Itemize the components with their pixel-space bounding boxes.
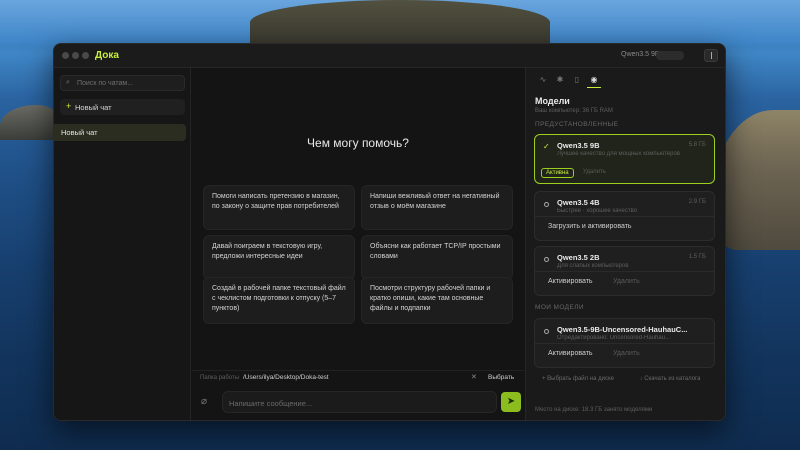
panel-toggle-icon[interactable] (704, 49, 718, 62)
chat-list-item[interactable]: Новый чат (54, 124, 186, 141)
suggestion-card[interactable]: Напиши вежливый ответ на негативный отзы… (361, 185, 513, 230)
choose-folder-button[interactable]: Выбрать (488, 374, 514, 381)
current-model-indicator: Qwen3.5 9B (621, 51, 660, 58)
model-card-qwen-4b[interactable]: Qwen3.5 4B Быстрее · хорошее качество 2.… (534, 191, 715, 241)
suggestion-card[interactable]: Давай поиграем в текстовую игру, предлож… (203, 235, 355, 280)
model-size: 2.9 ГБ (688, 199, 706, 205)
model-desc: Для слабых компьютеров (557, 263, 629, 269)
message-input[interactable] (229, 397, 489, 409)
desktop-island-left (0, 105, 60, 140)
new-chat-button[interactable]: + Новый чат (60, 99, 185, 115)
plus-icon: + (66, 101, 72, 111)
title-bar: Дока Qwen3.5 9B (54, 44, 725, 68)
model-name: Qwen3.5 4B (557, 198, 600, 207)
message-box[interactable] (222, 391, 497, 413)
new-chat-label: Новый чат (75, 103, 112, 112)
clear-folder-icon[interactable]: ✕ (471, 373, 477, 381)
disk-usage-info: Место на диске: 18.3 ГБ занято моделями (535, 407, 653, 413)
app-window: Дока Qwen3.5 9B ⌕ + Новый чат Новый чат … (53, 43, 726, 421)
model-desc: Отредактировано: Uncensored-Hauhau... (557, 335, 671, 341)
model-card-uncensored[interactable]: Qwen3.5-9B-Uncensored-HauhauC... Отредак… (534, 318, 715, 368)
chat-search[interactable]: ⌕ (60, 75, 185, 91)
radio-icon (544, 202, 549, 207)
attach-icon[interactable]: ⌀ (201, 396, 207, 407)
divider (535, 216, 714, 217)
check-icon: ✓ (543, 142, 550, 151)
delete-button[interactable]: Удалить (613, 350, 640, 357)
model-desc: Быстрее · хорошее качество (557, 208, 638, 214)
model-name: Qwen3.5-9B-Uncensored-HauhauC... (557, 325, 688, 334)
model-size: 1.5 ГБ (688, 254, 706, 260)
suggestion-card[interactable]: Посмотри структуру рабочей папки и кратк… (361, 277, 513, 324)
model-card-qwen-9b[interactable]: ✓ Qwen3.5 9B Лучшее качество для мощных … (534, 134, 715, 184)
minimize-window-button[interactable] (72, 52, 79, 59)
model-card-qwen-2b[interactable]: Qwen3.5 2B Для слабых компьютеров 1.5 ГБ… (534, 246, 715, 296)
zoom-window-button[interactable] (82, 52, 89, 59)
app-logo: Дока (95, 50, 119, 61)
chat-list-item-label: Новый чат (61, 128, 98, 137)
suggestion-card[interactable]: Объясни как работает TCP/IP простыми сло… (361, 235, 513, 280)
suggestion-card[interactable]: Создай в рабочей папке текстовый файл с … (203, 277, 355, 324)
pick-file-button[interactable]: + Выбрать файл на диске (534, 373, 622, 393)
models-panel: ∿ ✱ ▯ ◉ Модели Ваш компьютер: 36 ГБ RAM … (525, 68, 725, 420)
section-preinstalled: ПРЕДУСТАНОВЛЕННЫЕ (535, 121, 619, 128)
sidebar: ⌕ + Новый чат Новый чат (54, 68, 191, 420)
model-desc: Лучшее качество для мощных компьютеров (557, 151, 680, 157)
close-window-button[interactable] (62, 52, 69, 59)
model-size: 5.8 ГБ (688, 142, 706, 148)
work-folder-path: /Users/ilya/Desktop/Doka-test (243, 374, 329, 381)
work-folder-label: Папка работы (200, 375, 240, 381)
section-my-models: МОИ МОДЕЛИ (535, 304, 584, 311)
radio-icon (544, 329, 549, 334)
activate-button[interactable]: Активировать (548, 278, 593, 285)
chat-main: Чем могу помочь? Помоги написать претенз… (192, 68, 524, 420)
settings-icon[interactable]: ◉ (587, 72, 601, 88)
composer: ⌀ ➤ (192, 391, 524, 419)
radio-icon (544, 257, 549, 262)
delete-button[interactable]: Удалить (583, 169, 606, 175)
model-name: Qwen3.5 2B (557, 253, 600, 262)
panel-title: Модели (535, 96, 570, 106)
delete-button[interactable]: Удалить (613, 278, 640, 285)
desktop-mountain (250, 0, 550, 45)
search-icon: ⌕ (66, 79, 70, 86)
download-activate-button[interactable]: Загрузить и активировать (548, 223, 632, 230)
active-badge: Активна (541, 168, 574, 178)
activity-icon[interactable]: ∿ (536, 72, 550, 88)
model-status-pill (656, 51, 684, 60)
divider (535, 271, 714, 272)
bookmark-icon[interactable]: ▯ (570, 72, 584, 88)
model-name: Qwen3.5 9B (557, 141, 600, 150)
activate-button[interactable]: Активировать (548, 350, 593, 357)
chat-icon[interactable]: ✱ (553, 72, 567, 88)
model-source-buttons: + Выбрать файл на диске ↓ Скачать из кат… (534, 373, 715, 393)
send-button[interactable]: ➤ (501, 392, 521, 412)
welcome-heading: Чем могу помочь? (307, 136, 409, 150)
suggestion-card[interactable]: Помоги написать претензию в магазин, по … (203, 185, 355, 230)
search-input[interactable] (77, 77, 177, 89)
work-folder-row: Папка работы /Users/ilya/Desktop/Doka-te… (192, 370, 524, 384)
divider (535, 343, 714, 344)
download-catalog-button[interactable]: ↓ Скачать из каталога (626, 373, 714, 393)
ram-info: Ваш компьютер: 36 ГБ RAM (535, 108, 613, 114)
